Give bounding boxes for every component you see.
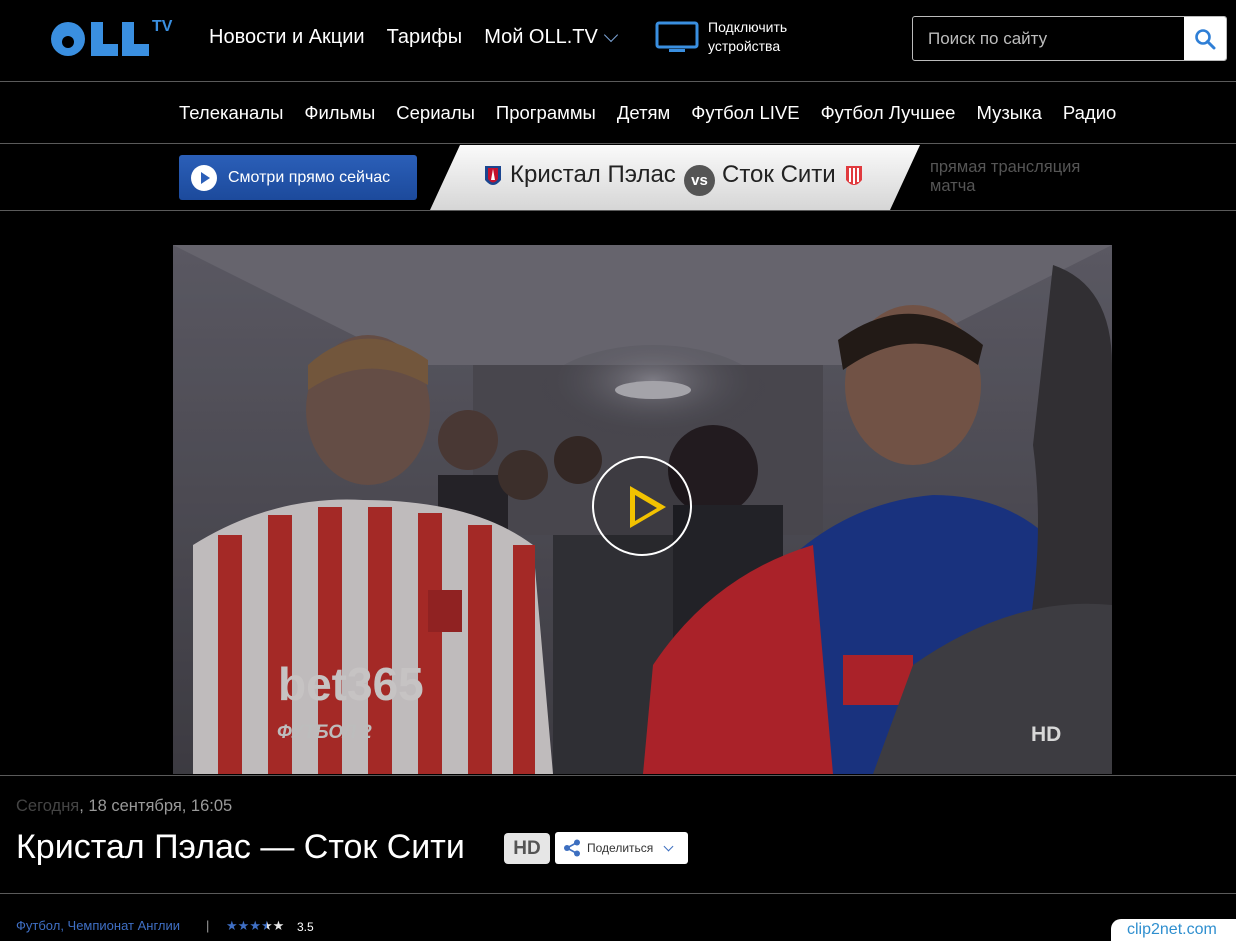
team2-name: Сток Сити <box>722 161 836 188</box>
date-value: , 18 сентября, 16:05 <box>79 797 233 815</box>
broadcast-date: Сегодня, 18 сентября, 16:05 <box>16 797 232 816</box>
nav-my-oll[interactable]: Мой OLL.TV <box>484 26 618 49</box>
nav-tariffs[interactable]: Тарифы <box>387 26 463 49</box>
star-icon[interactable]: ★ <box>226 919 238 933</box>
play-circle-icon <box>191 164 217 191</box>
logo-sup: TV <box>152 18 173 35</box>
rating-stars[interactable]: ★ ★ ★ ★ ★ <box>226 919 284 933</box>
team1-name: Кристал Пэлас <box>510 161 676 188</box>
top-header: TV Новости и Акции Тарифы Мой OLL.TV Под… <box>0 0 1236 82</box>
star-icon[interactable]: ★ <box>273 919 285 933</box>
tv-icon <box>655 21 699 52</box>
live-broadcast-text: прямая трансляция матча <box>930 158 1081 195</box>
category-tags-link[interactable]: Футбол, Чемпионат Англии <box>16 918 180 933</box>
oll-tv-logo[interactable]: TV <box>48 16 178 62</box>
share-button[interactable]: Поделиться <box>555 832 688 864</box>
category-kids[interactable]: Детям <box>617 102 670 124</box>
category-nav: Телеканалы Фильмы Сериалы Программы Детя… <box>0 83 1236 144</box>
connect-devices-link[interactable]: Подключить устройства <box>655 18 808 56</box>
category-films[interactable]: Фильмы <box>304 102 375 124</box>
share-label: Поделиться <box>587 841 654 855</box>
category-series[interactable]: Сериалы <box>396 102 475 124</box>
page-title: Кристал Пэлас — Сток Сити <box>16 828 465 866</box>
category-football-live[interactable]: Футбол LIVE <box>691 102 799 124</box>
vs-badge: vs <box>684 165 715 196</box>
watch-now-button[interactable]: Смотри прямо сейчас <box>179 155 417 200</box>
category-channels[interactable]: Телеканалы <box>179 102 283 124</box>
chevron-down-icon <box>603 27 618 42</box>
hd-badge: HD <box>504 833 550 864</box>
search-box <box>912 16 1227 61</box>
connect-devices-label: Подключить устройства <box>708 19 788 54</box>
nav-news[interactable]: Новости и Акции <box>209 26 365 49</box>
star-icon[interactable]: ★ <box>238 919 250 933</box>
category-football-best[interactable]: Футбол Лучшее <box>821 102 956 124</box>
channel-watermark: ФУТБОЛ 2 <box>277 722 372 743</box>
date-today-label: Сегодня <box>16 797 80 815</box>
video-player[interactable]: bet365 ФУТБОЛ 2 HD <box>173 245 1112 774</box>
category-music[interactable]: Музыка <box>976 102 1041 124</box>
stoke-city-crest-icon <box>846 166 862 185</box>
divider <box>0 893 1236 894</box>
chevron-down-icon <box>663 841 674 851</box>
rating-value: 3.5 <box>297 920 314 934</box>
search-input[interactable] <box>913 17 1184 60</box>
star-icon[interactable]: ★ <box>261 919 273 933</box>
star-icon[interactable]: ★ <box>249 919 261 933</box>
divider <box>0 775 1236 776</box>
watch-now-label: Смотри прямо сейчас <box>228 168 391 186</box>
live-match-banner[interactable]: Кристал Пэлас vs Сток Сити <box>430 145 920 210</box>
play-button[interactable] <box>592 456 692 556</box>
video-hd-mark: HD <box>1031 723 1062 746</box>
category-list: Телеканалы Фильмы Сериалы Программы Детя… <box>179 102 1137 124</box>
clip2net-watermark: clip2net.com <box>1111 919 1236 941</box>
live-strip: Смотри прямо сейчас Кристал Пэлас vs Сто… <box>0 145 1236 211</box>
share-icon <box>564 839 580 857</box>
crystal-palace-crest-icon <box>485 166 501 185</box>
tags-separator: | <box>206 918 210 933</box>
search-icon <box>1195 28 1216 49</box>
top-nav: Новости и Акции Тарифы Мой OLL.TV <box>209 26 638 49</box>
category-programs[interactable]: Программы <box>496 102 596 124</box>
search-button[interactable] <box>1184 17 1226 60</box>
category-radio[interactable]: Радио <box>1063 102 1116 124</box>
nav-my-oll-label: Мой OLL.TV <box>484 26 598 48</box>
